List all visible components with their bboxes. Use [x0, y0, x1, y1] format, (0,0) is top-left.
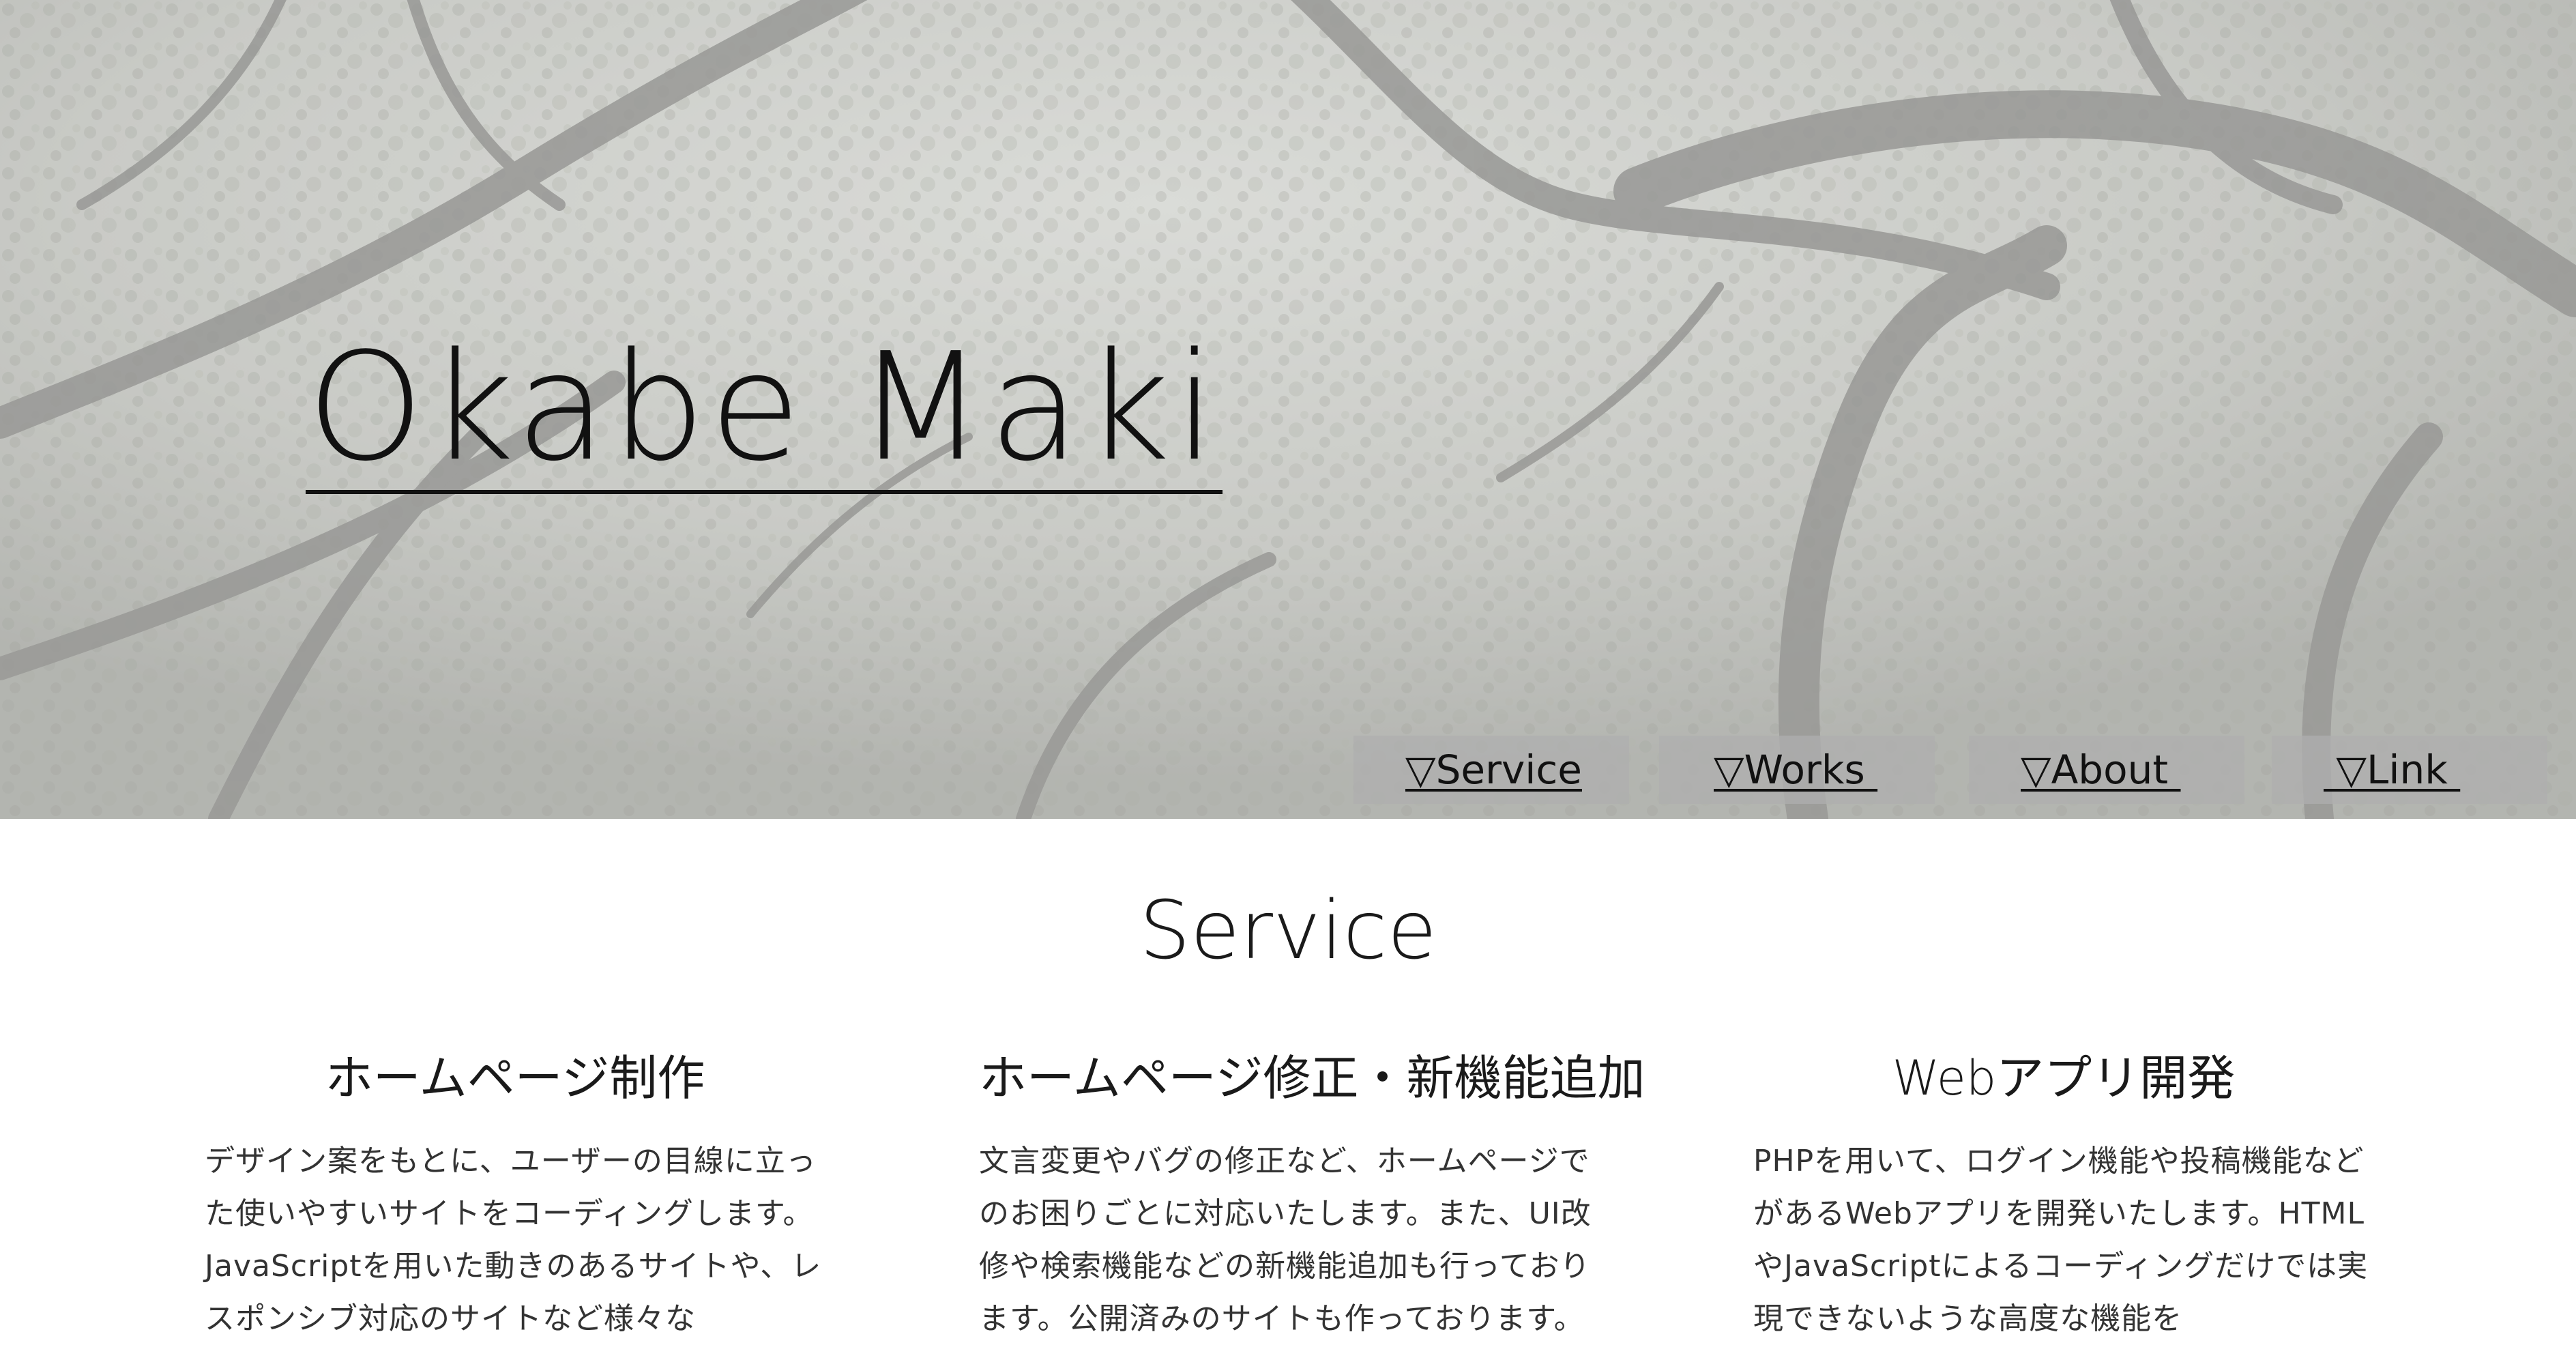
nav-item-link[interactable]: ▽Link: [2272, 736, 2547, 804]
service-card-description: PHPを用いて、ログイン機能や投稿機能などがあるWebアプリを開発いたします。H…: [1753, 1144, 2369, 1336]
nav-link-about[interactable]: ▽About: [2021, 745, 2181, 794]
nav-link-service[interactable]: ▽Service: [1405, 745, 1582, 794]
service-card-title: ホームページ修正・新機能追加: [979, 1050, 1645, 1106]
service-card-webapp: Webアプリ開発 PHPを用いて、ログイン機能や投稿機能などがあるWebアプリを…: [1753, 1041, 2374, 1345]
site-title-link[interactable]: Okabe Maki: [306, 326, 1223, 494]
nav-link-link[interactable]: ▽Link: [2324, 745, 2460, 794]
service-section-heading: Service: [1139, 883, 1437, 977]
nav-item-about[interactable]: ▽About: [1969, 736, 2244, 804]
service-card-description: 文言変更やバグの修正など、ホームページでのお困りごとに対応いたします。また、UI…: [979, 1144, 1592, 1336]
nav-link-works[interactable]: ▽Works: [1714, 745, 1877, 794]
nav-item-service[interactable]: ▽Service: [1353, 736, 1629, 804]
hero-header: Okabe Maki ▽Service ▽Works ▽About ▽Link: [0, 0, 2576, 819]
service-card-description: デザイン案をもとに、ユーザーの目線に立った使いやすいサイトをコーディングします。…: [205, 1144, 822, 1336]
service-card-homepage-creation: ホームページ制作 デザイン案をもとに、ユーザーの目線に立った使いやすいサイトをコ…: [205, 1041, 825, 1345]
service-card-homepage-fix: ホームページ修正・新機能追加 文言変更やバグの修正など、ホームページでのお困りご…: [979, 1041, 1645, 1345]
nav-item-works[interactable]: ▽Works: [1659, 736, 1935, 804]
service-card-title: Webアプリ開発: [1892, 1050, 2236, 1106]
main-nav: ▽Service ▽Works ▽About ▽Link: [1353, 736, 2565, 804]
service-card-title: ホームページ制作: [325, 1050, 705, 1106]
